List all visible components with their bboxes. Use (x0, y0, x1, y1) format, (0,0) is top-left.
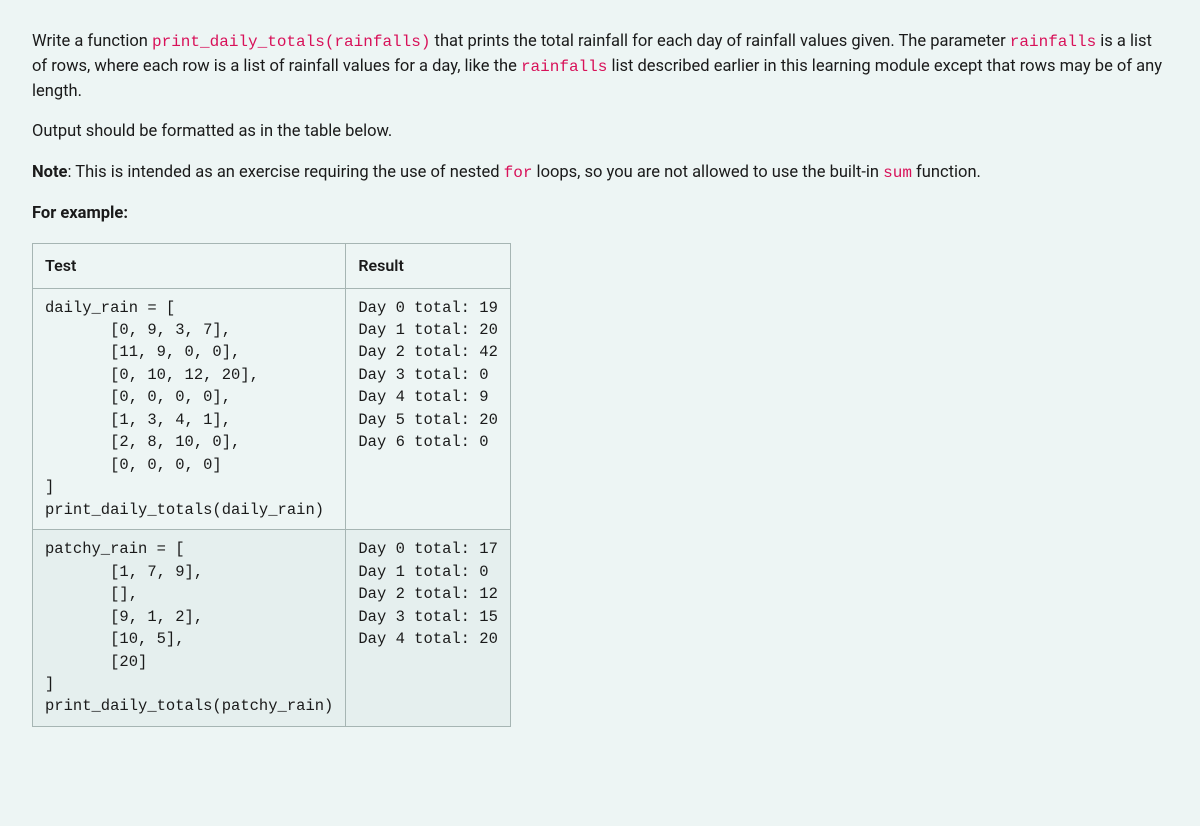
table-header-row: Test Result (33, 243, 511, 288)
header-result: Result (346, 243, 511, 288)
cell-test: daily_rain = [ [0, 9, 3, 7], [11, 9, 0, … (33, 288, 346, 530)
for-example-text: For example: (32, 204, 128, 223)
cell-result: Day 0 total: 19 Day 1 total: 20 Day 2 to… (346, 288, 511, 530)
header-test: Test (33, 243, 346, 288)
instruction-paragraph-2: Output should be formatted as in the tab… (32, 120, 1168, 145)
code-fn-signature: print_daily_totals(rainfalls) (152, 33, 430, 51)
text: function. (912, 163, 981, 182)
code-sum: sum (883, 164, 912, 182)
cell-result: Day 0 total: 17 Day 1 total: 0 Day 2 tot… (346, 530, 511, 727)
text: Write a function (32, 32, 152, 51)
table-row: daily_rain = [ [0, 9, 3, 7], [11, 9, 0, … (33, 288, 511, 530)
note-paragraph: Note: This is intended as an exercise re… (32, 161, 1168, 186)
instruction-paragraph-1: Write a function print_daily_totals(rain… (32, 30, 1168, 104)
question-panel: Write a function print_daily_totals(rain… (0, 0, 1200, 826)
table-row: patchy_rain = [ [1, 7, 9], [], [9, 1, 2]… (33, 530, 511, 727)
code-param-name: rainfalls (1010, 33, 1096, 51)
code-rainfalls: rainfalls (521, 58, 607, 76)
for-example-label: For example: (32, 202, 1168, 227)
example-table: Test Result daily_rain = [ [0, 9, 3, 7],… (32, 243, 511, 727)
note-label: Note (32, 163, 67, 182)
text: : This is intended as an exercise requir… (67, 163, 503, 182)
cell-test: patchy_rain = [ [1, 7, 9], [], [9, 1, 2]… (33, 530, 346, 727)
code-for: for (504, 164, 533, 182)
text: loops, so you are not allowed to use the… (532, 163, 883, 182)
text: that prints the total rainfall for each … (430, 32, 1009, 51)
